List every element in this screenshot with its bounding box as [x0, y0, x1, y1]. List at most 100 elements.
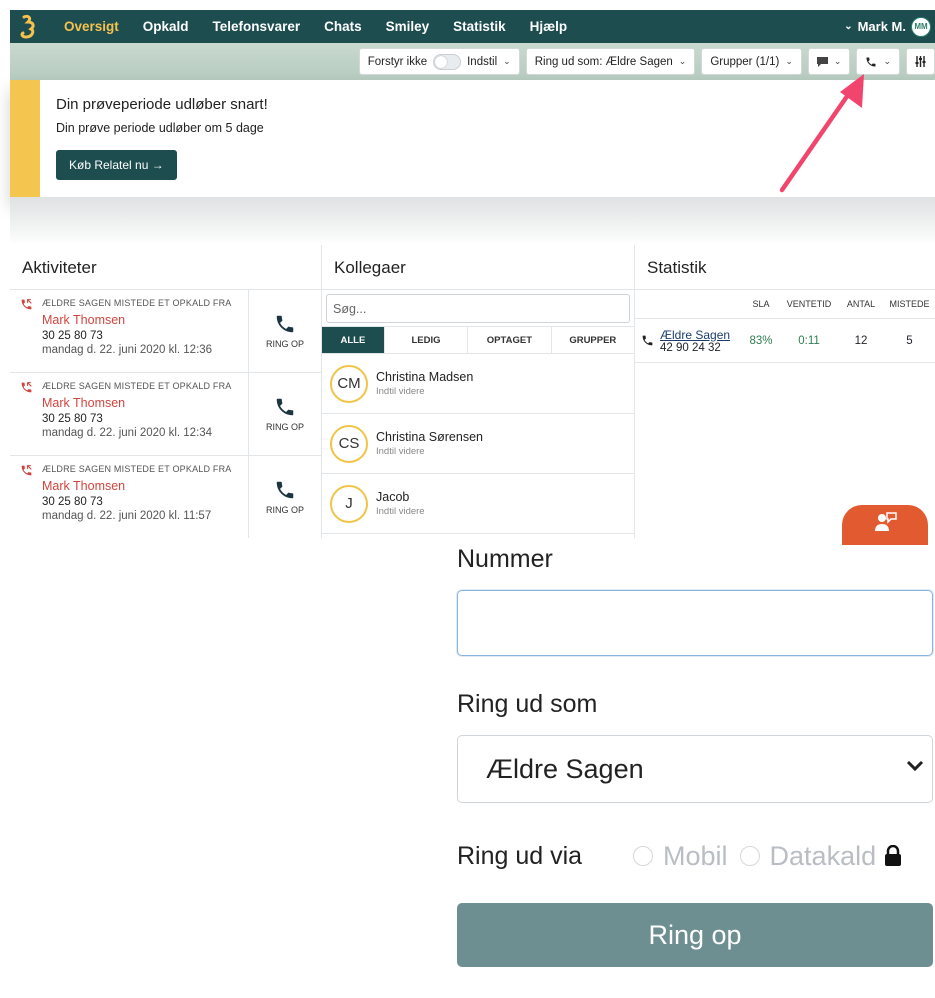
- ring-as-dropdown[interactable]: Ring ud som: Ældre Sagen ⌄: [525, 48, 696, 75]
- top-navbar: Oversigt Opkald Telefonsvarer Chats Smil…: [10, 10, 935, 43]
- wait-time-value: 0:11: [798, 334, 820, 347]
- colleague-row[interactable]: CS Christina Sørensen Indtil videre: [322, 414, 634, 474]
- do-not-disturb-control: Forstyr ikke Indstil ⌄: [358, 48, 520, 75]
- header-ventetid: VENTETID: [786, 299, 832, 309]
- statistics-row: Ældre Sagen 42 90 24 32 83% 0:11 12 5: [635, 319, 935, 363]
- activity-row: ÆLDRE SAGEN MISTEDE ET OPKALD FRA Mark T…: [10, 456, 321, 538]
- relatel-logo-icon[interactable]: [16, 13, 44, 41]
- activity-label: ÆLDRE SAGEN MISTEDE ET OPKALD FRA: [42, 464, 232, 474]
- banner-accent-bar: [10, 80, 40, 197]
- ring-as-dropdown-label: Ring ud som: Ældre Sagen: [534, 55, 673, 68]
- dnd-label: Forstyr ikke: [367, 55, 428, 68]
- chevron-down-icon: ⌄: [678, 56, 687, 66]
- chevron-down-icon: ⌄: [883, 56, 891, 66]
- ring-op-button[interactable]: Ring op: [457, 903, 933, 967]
- nav-item-hjaelp[interactable]: Hjælp: [530, 19, 568, 34]
- activity-label: ÆLDRE SAGEN MISTEDE ET OPKALD FRA: [42, 298, 232, 308]
- colleague-search-input[interactable]: Søg...: [326, 294, 630, 323]
- colleague-name: Jacob: [376, 490, 410, 504]
- number-label: Nummer: [457, 545, 553, 573]
- statistics-group-link[interactable]: Ældre Sagen: [660, 328, 730, 342]
- colleague-status: Indtil videre: [376, 386, 425, 397]
- colleague-row[interactable]: J Jacob Indtil videre: [322, 474, 634, 534]
- chat-support-icon: [875, 512, 897, 531]
- sla-value: 83%: [749, 334, 773, 347]
- caller-name-link[interactable]: Mark Thomsen: [42, 396, 231, 410]
- support-chat-button[interactable]: [842, 505, 928, 545]
- nav-item-statistik[interactable]: Statistik: [453, 19, 506, 34]
- colleague-name: Christina Madsen: [376, 370, 474, 384]
- tab-ledig[interactable]: LEDIG: [385, 327, 469, 353]
- ring-as-label: Ring ud som: [457, 690, 598, 718]
- groups-dropdown-label: Grupper (1/1): [710, 55, 780, 68]
- call-back-label: RING OP: [265, 422, 304, 432]
- activities-panel: Aktiviteter ÆLDRE SAGEN MISTEDE ET OPKAL…: [10, 245, 321, 538]
- phone-icon: [866, 57, 876, 66]
- radio-mobil[interactable]: [633, 846, 653, 866]
- missed-value: 5: [906, 334, 913, 347]
- tab-optaget[interactable]: OPTAGET: [468, 327, 552, 353]
- ring-as-select[interactable]: Ældre Sagen: [457, 735, 933, 803]
- number-input[interactable]: [457, 590, 933, 656]
- call-back-button[interactable]: RING OP: [249, 290, 321, 372]
- colleague-row[interactable]: CM Christina Madsen Indtil videre: [322, 354, 634, 414]
- ring-via-row: Ring ud via Mobil Datakald: [457, 839, 933, 873]
- dial-out-form: Nummer Ring ud som Ældre Sagen Ring ud v…: [457, 545, 933, 967]
- tab-grupper[interactable]: GRUPPER: [552, 327, 634, 353]
- call-back-label: RING OP: [265, 505, 304, 515]
- missed-call-icon: [20, 464, 36, 538]
- activity-date: mandag d. 22. juni 2020 kl. 12:34: [42, 427, 213, 439]
- phone-icon: [276, 315, 294, 333]
- caller-name-link[interactable]: Mark Thomsen: [42, 479, 231, 493]
- via-option-datakald[interactable]: Datakald: [739, 841, 876, 872]
- settings-button[interactable]: Indstil: [467, 56, 497, 68]
- dnd-toggle[interactable]: [433, 53, 462, 70]
- ring-as-selected-value: Ældre Sagen: [486, 753, 644, 784]
- missed-call-icon: [20, 298, 36, 372]
- call-back-button[interactable]: RING OP: [249, 373, 321, 455]
- phone-icon: [276, 481, 294, 499]
- chevron-down-icon: ⌄: [844, 21, 853, 32]
- statistics-panel: Statistik SLA VENTETID ANTAL MISTEDE Æld…: [635, 245, 935, 538]
- colleague-filter-tabs: ALLE LEDIG OPTAGET GRUPPER: [322, 326, 634, 354]
- chevron-down-icon[interactable]: ⌄: [503, 56, 511, 67]
- chevron-down-icon: [906, 760, 924, 772]
- header-sla: SLA: [752, 299, 770, 309]
- activity-date: mandag d. 22. juni 2020 kl. 12:36: [42, 344, 213, 356]
- missed-call-icon: [20, 381, 36, 455]
- call-back-label: RING OP: [265, 339, 304, 349]
- nav-item-chats[interactable]: Chats: [324, 19, 362, 34]
- header-mistede: MISTEDE: [889, 299, 930, 309]
- via-option-mobil[interactable]: Mobil: [633, 841, 728, 872]
- colleague-status: Indtil videre: [376, 506, 425, 517]
- lock-icon: [885, 845, 902, 866]
- banner-shadow: [10, 197, 935, 245]
- activity-row: ÆLDRE SAGEN MISTEDE ET OPKALD FRA Mark T…: [10, 290, 321, 373]
- sliders-icon: [915, 56, 926, 67]
- header-antal: ANTAL: [846, 299, 876, 309]
- nav-item-smiley[interactable]: Smiley: [386, 19, 430, 34]
- nav-item-oversigt[interactable]: Oversigt: [64, 19, 119, 34]
- caller-name-link[interactable]: Mark Thomsen: [42, 313, 231, 327]
- nav-item-telefonsvarer[interactable]: Telefonsvarer: [213, 19, 301, 34]
- colleagues-panel: Kollegaer Søg... ALLE LEDIG OPTAGET GRUP…: [321, 245, 635, 538]
- phone-icon: [642, 335, 653, 346]
- buy-relatel-button[interactable]: Køb Relatel nu →: [56, 150, 177, 180]
- activities-title: Aktiviteter: [10, 245, 321, 290]
- activity-date: mandag d. 22. juni 2020 kl. 11:57: [42, 510, 212, 522]
- colleague-status: Indtil videre: [376, 446, 425, 457]
- chat-icon: [816, 56, 828, 67]
- mixer-settings-button[interactable]: [906, 48, 935, 75]
- banner-text: Din prøve periode udløber om 5 dage: [56, 121, 264, 135]
- user-menu[interactable]: ⌄ Mark M. MM: [844, 16, 931, 37]
- annotation-arrow: [779, 74, 864, 193]
- user-name: Mark M.: [857, 19, 906, 34]
- radio-datakald[interactable]: [739, 846, 760, 866]
- statistics-group-number: 42 90 24 32: [660, 341, 721, 354]
- tab-alle[interactable]: ALLE: [322, 327, 385, 353]
- nav-item-opkald[interactable]: Opkald: [143, 19, 189, 34]
- ring-via-label: Ring ud via: [457, 841, 583, 870]
- phone-icon: [276, 398, 294, 416]
- statistics-title: Statistik: [635, 245, 935, 290]
- call-back-button[interactable]: RING OP: [249, 456, 321, 538]
